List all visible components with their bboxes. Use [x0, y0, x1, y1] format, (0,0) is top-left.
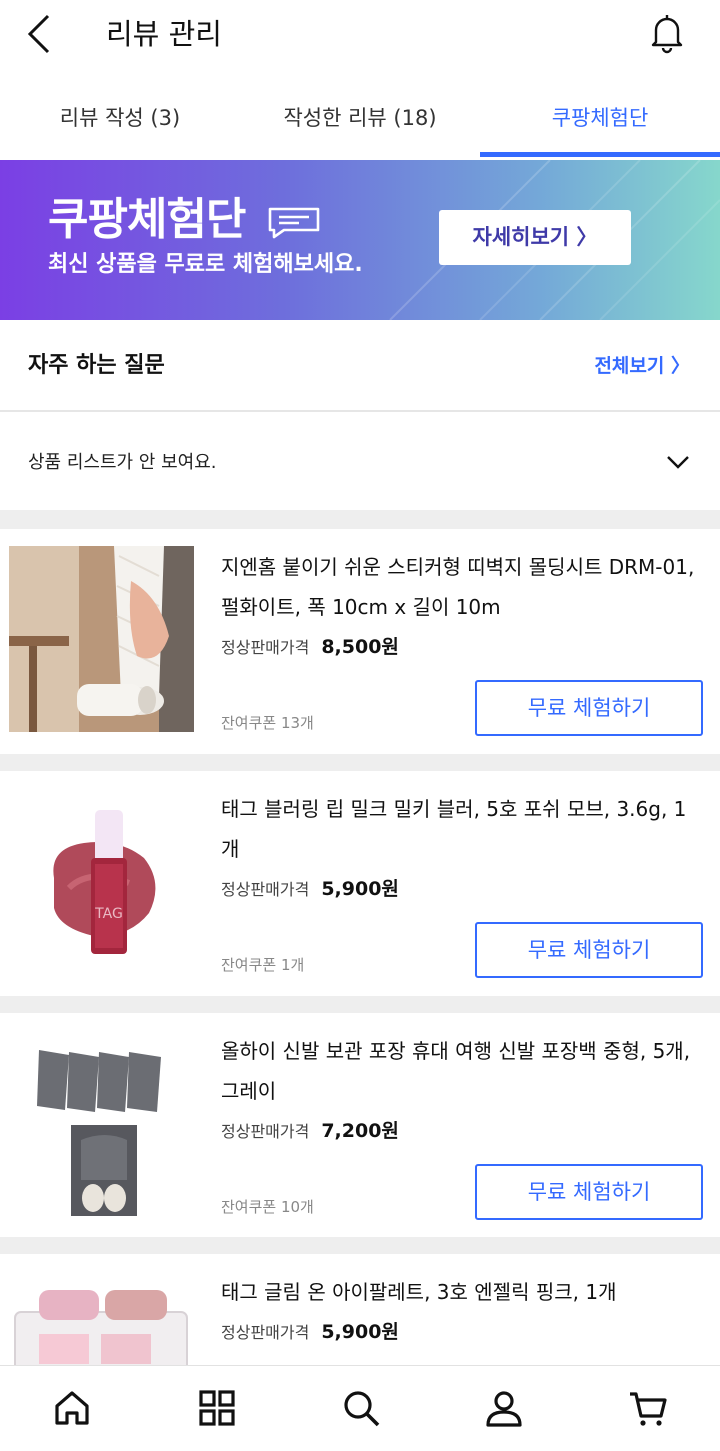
experience-banner[interactable]: 쿠팡체험단 최신 상품을 무료로 체험해보세요. 자세히보기 〉: [0, 160, 720, 320]
price-label: 정상판매가격: [221, 1323, 310, 1342]
banner-subtitle: 최신 상품을 무료로 체험해보세요.: [48, 252, 363, 277]
remaining-coupons: 잔여쿠폰 1개: [221, 956, 305, 974]
product-image: [9, 546, 194, 732]
price-row: 정상판매가격 7,200원: [221, 1116, 399, 1147]
section-divider: [0, 754, 720, 771]
svg-text:TAG: TAG: [94, 906, 123, 922]
product-image: TAG: [9, 788, 194, 974]
product-name[interactable]: 지엔홈 붙이기 쉬운 스티커형 띠벽지 몰딩시트 DRM-01, 펄화이트, 폭…: [221, 547, 701, 627]
free-trial-button[interactable]: 무료 체험하기: [475, 922, 703, 978]
price-row: 정상판매가격 8,500원: [221, 632, 399, 663]
price-value: 5,900원: [321, 878, 399, 900]
free-trial-button[interactable]: 무료 체험하기: [475, 1164, 703, 1220]
faq-question: 상품 리스트가 안 보여요.: [28, 452, 217, 473]
product-card[interactable]: TAG 태그 블러링 립 밀크 밀키 블러, 5호 포쉬 모브, 3.6g, 1…: [0, 771, 720, 996]
tab-coupang-experience[interactable]: 쿠팡체험단: [480, 86, 720, 158]
tab-written-reviews[interactable]: 작성한 리뷰 (18): [240, 86, 480, 158]
price-value: 8,500원: [321, 636, 399, 658]
product-name[interactable]: 태그 블러링 립 밀크 밀키 블러, 5호 포쉬 모브, 3.6g, 1개: [221, 789, 701, 869]
free-trial-button[interactable]: 무료 체험하기: [475, 680, 703, 736]
price-label: 정상판매가격: [221, 880, 310, 899]
chat-bubble-icon: [268, 207, 320, 239]
product-card[interactable]: 지엔홈 붙이기 쉬운 스티커형 띠벽지 몰딩시트 DRM-01, 펄화이트, 폭…: [0, 529, 720, 754]
price-label: 정상판매가격: [221, 638, 310, 657]
remaining-coupons: 잔여쿠폰 10개: [221, 1198, 314, 1216]
product-name[interactable]: 태그 글림 온 아이팔레트, 3호 엔젤릭 핑크, 1개: [221, 1272, 701, 1312]
faq-header: 자주 하는 질문 전체보기 〉: [0, 320, 720, 412]
section-divider: [0, 996, 720, 1013]
product-image: [9, 1280, 194, 1365]
faq-title: 자주 하는 질문: [28, 353, 165, 378]
app-header: 리뷰 관리: [0, 0, 720, 72]
faq-item[interactable]: 상품 리스트가 안 보여요.: [0, 414, 720, 510]
price-row: 정상판매가격 5,900원: [221, 874, 399, 905]
price-label: 정상판매가격: [221, 1122, 310, 1141]
remaining-coupons: 잔여쿠폰 13개: [221, 714, 314, 732]
section-divider: [0, 1237, 720, 1254]
banner-title: 쿠팡체험단: [48, 194, 246, 245]
price-value: 7,200원: [321, 1120, 399, 1142]
user-icon[interactable]: [484, 1388, 524, 1428]
product-card[interactable]: 올하이 신발 보관 포장 휴대 여행 신발 포장백 중형, 5개, 그레이 정상…: [0, 1013, 720, 1238]
tab-write-review[interactable]: 리뷰 작성 (3): [0, 86, 240, 158]
back-arrow-icon[interactable]: [22, 12, 62, 56]
cart-icon[interactable]: [628, 1388, 668, 1428]
bottom-navigation: [0, 1365, 720, 1451]
home-icon[interactable]: [52, 1388, 92, 1428]
banner-detail-button[interactable]: 자세히보기 〉: [439, 210, 631, 265]
search-icon[interactable]: [341, 1388, 381, 1428]
price-row: 정상판매가격 5,900원: [221, 1317, 399, 1348]
page-title: 리뷰 관리: [106, 17, 222, 51]
price-value: 5,900원: [321, 1321, 399, 1343]
chevron-down-icon[interactable]: [666, 452, 690, 472]
category-grid-icon[interactable]: [197, 1388, 237, 1428]
active-tab-indicator: [480, 152, 720, 157]
bell-icon[interactable]: [648, 12, 686, 54]
product-card[interactable]: 태그 글림 온 아이팔레트, 3호 엔젤릭 핑크, 1개 정상판매가격 5,900…: [0, 1254, 720, 1365]
review-tabs: 리뷰 작성 (3) 작성한 리뷰 (18) 쿠팡체험단: [0, 86, 720, 158]
product-name[interactable]: 올하이 신발 보관 포장 휴대 여행 신발 포장백 중형, 5개, 그레이: [221, 1031, 701, 1111]
section-divider: [0, 510, 720, 529]
faq-view-all-link[interactable]: 전체보기 〉: [594, 350, 690, 382]
product-image: [9, 1030, 194, 1216]
